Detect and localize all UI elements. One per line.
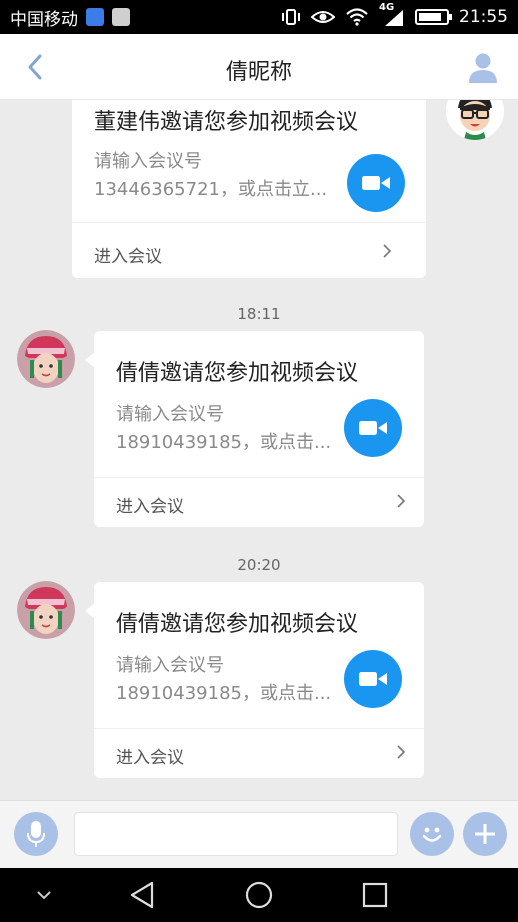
wifi-icon [346, 8, 368, 26]
invite-number: 18910439185，或点击... [116, 432, 332, 453]
contact-avatar[interactable] [17, 330, 75, 388]
invite-number: 13446365721，或点击立... [94, 179, 328, 200]
join-video-button[interactable] [344, 399, 402, 457]
meeting-invite-card[interactable]: 倩倩邀请您参加视频会议 请输入会议号 18910439185，或点击... 进入… [94, 582, 424, 778]
invite-title: 倩倩邀请您参加视频会议 [116, 361, 359, 386]
self-avatar[interactable] [446, 100, 504, 140]
video-camera-icon [359, 672, 387, 686]
enter-meeting-link[interactable]: 进入会议 [116, 743, 184, 768]
join-video-button[interactable] [344, 650, 402, 708]
page-title: 倩昵称 [225, 60, 292, 85]
emoji-button[interactable] [410, 812, 454, 856]
notification-image-icon [112, 8, 130, 26]
invite-number: 18910439185，或点击... [116, 683, 332, 704]
chat-area[interactable]: 董建伟邀请您参加视频会议 请输入会议号 13446365721，或点击立... … [0, 100, 518, 800]
carrier-label: 中国移动 [10, 9, 78, 30]
message-timestamp: 18:11 [237, 305, 281, 323]
battery-icon [415, 9, 452, 25]
vibrate-icon [282, 9, 300, 25]
card-divider [94, 728, 424, 729]
meeting-invite-card[interactable]: 倩倩邀请您参加视频会议 请输入会议号 18910439185，或点击... 进入… [94, 331, 424, 527]
invite-title: 倩倩邀请您参加视频会议 [116, 612, 359, 637]
message-input[interactable] [74, 812, 398, 856]
invite-hint: 请输入会议号 [116, 655, 224, 676]
nav-back-icon[interactable] [128, 880, 158, 910]
invite-title: 董建伟邀请您参加视频会议 [94, 110, 359, 135]
enter-meeting-link[interactable]: 进入会议 [116, 492, 184, 517]
voice-input-button[interactable] [14, 812, 58, 856]
contact-avatar[interactable] [17, 581, 75, 639]
profile-button[interactable] [466, 50, 500, 84]
nav-home-icon[interactable] [244, 880, 274, 910]
microphone-icon [27, 821, 45, 847]
cartoon-avatar-icon [446, 100, 504, 140]
video-camera-icon [359, 421, 387, 435]
meeting-invite-card[interactable]: 董建伟邀请您参加视频会议 请输入会议号 13446365721，或点击立... … [72, 100, 426, 278]
signal-icon: 4G [379, 2, 405, 26]
notification-app-icon [86, 8, 104, 26]
chevron-right-icon [397, 494, 406, 508]
contact-photo [17, 330, 75, 388]
chevron-right-icon [383, 244, 392, 258]
message-timestamp: 20:20 [237, 556, 281, 574]
smiley-icon [422, 827, 442, 842]
nav-recents-icon[interactable] [360, 880, 390, 910]
chevron-right-icon [397, 745, 406, 759]
system-navigation-bar [0, 868, 518, 922]
plus-icon [475, 824, 495, 844]
video-camera-icon [362, 176, 390, 190]
status-bar: 中国移动 4G 21:55 [0, 0, 518, 34]
contact-photo [17, 581, 75, 639]
invite-hint: 请输入会议号 [116, 404, 224, 425]
clock: 21:55 [459, 7, 508, 27]
eye-icon [311, 11, 335, 23]
chevron-down-icon[interactable] [34, 880, 54, 910]
invite-hint: 请输入会议号 [94, 151, 202, 172]
join-video-button[interactable] [347, 154, 405, 212]
message-composer [0, 800, 518, 868]
more-actions-button[interactable] [463, 812, 507, 856]
card-divider [72, 222, 426, 223]
card-divider [94, 477, 424, 478]
header: 倩昵称 [0, 34, 518, 100]
enter-meeting-link[interactable]: 进入会议 [94, 242, 162, 267]
